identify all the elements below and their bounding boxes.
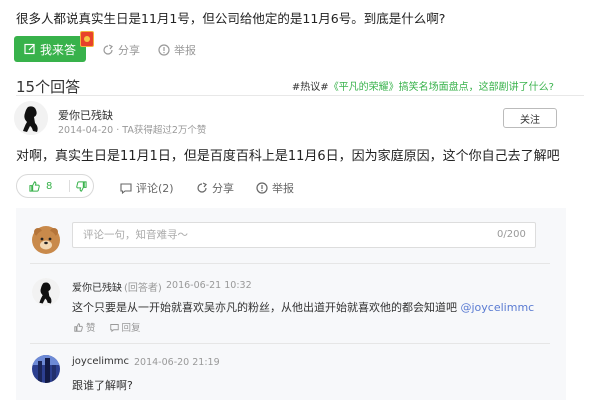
report-icon [256, 182, 268, 194]
like-label: 赞 [86, 323, 96, 334]
like-count: 8 [46, 180, 53, 192]
comment-time: 2016-06-21 10:32 [166, 280, 252, 291]
thumbs-up-icon [29, 180, 40, 192]
question-title: 很多人都说真实生日是11月1号，但公司给他定的是11月6号。到底是什么啊? [16, 11, 446, 26]
commenter-role: (回答者) [124, 283, 162, 294]
silhouette-icon [32, 278, 60, 306]
comment-text: 这个只要是从一开始就喜欢吴亦凡的粉丝，从他出道开始就喜欢他的都会知道吧 @joy… [72, 299, 534, 315]
divider [16, 95, 584, 96]
bear-icon [34, 228, 58, 252]
comment-time: 2014-06-20 21:19 [134, 357, 220, 368]
comment-input[interactable]: 评论一句，知音难寻～ [72, 222, 536, 248]
comment-actions: 赞 回复 [74, 320, 141, 334]
answer-button-label: 我来答 [40, 42, 77, 57]
report-answer-label: 举报 [272, 182, 294, 195]
answer-meta: 2014-04-20 · TA获得超过2万个赞 [58, 125, 207, 136]
share-icon [103, 44, 113, 55]
downvote-button[interactable] [70, 180, 87, 192]
follow-button[interactable]: 关注 [503, 108, 557, 128]
thumbs-up-icon [74, 322, 83, 332]
reply-label: 回复 [121, 323, 141, 334]
share-icon [197, 182, 207, 193]
comment-divider [30, 343, 550, 344]
report-question-button[interactable]: 举报 [158, 42, 196, 58]
commenter-name-text: 爱你已残缺 [72, 283, 122, 294]
comment-divider [30, 263, 550, 264]
commenter-name[interactable]: joycelimmc [72, 356, 129, 367]
silhouette-icon [14, 101, 48, 135]
vote-control: 8 [16, 174, 94, 198]
mention-link[interactable]: @joycelimmc [461, 301, 535, 314]
hot-topic-text: 《平凡的荣耀》搞笑名场面盘点，这部剧讲了什么? [328, 82, 554, 93]
report-answer-button[interactable]: 举报 [256, 180, 294, 196]
answer-button[interactable]: 我来答 [14, 36, 86, 62]
share-answer-label: 分享 [212, 182, 234, 195]
author-name[interactable]: 爱你已残缺 [58, 107, 113, 123]
edit-icon [24, 43, 35, 55]
answer-count: 15个回答 [16, 78, 81, 96]
reply-icon [109, 323, 119, 332]
upvote-button[interactable]: 8 [17, 181, 69, 192]
commenter-avatar[interactable] [32, 278, 60, 306]
comment-button[interactable]: 评论(2) [120, 180, 174, 196]
hot-tag: #热议# [291, 82, 329, 93]
thumbs-down-icon [76, 180, 87, 192]
share-question-button[interactable]: 分享 [102, 42, 140, 58]
red-envelope-icon [80, 31, 94, 47]
share-answer-button[interactable]: 分享 [196, 180, 234, 196]
author-avatar[interactable] [14, 101, 48, 135]
like-comment-button[interactable]: 赞 [74, 320, 96, 334]
answer-text: 对啊，真实生日是11月1日，但是百度百科上是11月6日，因为家庭原因，这个你自己… [16, 149, 560, 164]
report-icon [158, 44, 170, 56]
commenter-name[interactable]: 爱你已残缺 (回答者) [72, 279, 162, 294]
share-label: 分享 [118, 44, 140, 57]
bear-avatar [32, 226, 60, 254]
comment-label: 评论(2) [136, 182, 174, 195]
char-counter: 0/200 [497, 229, 526, 240]
reply-button[interactable]: 回复 [109, 320, 141, 334]
hot-topic-link[interactable]: #热议#《平凡的荣耀》搞笑名场面盘点，这部剧讲了什么? [292, 78, 554, 93]
comment-text: 跟谁了解啊? [72, 379, 133, 392]
city-photo-icon [32, 355, 60, 383]
commenter-avatar[interactable] [32, 355, 60, 383]
comment-body: 这个只要是从一开始就喜欢吴亦凡的粉丝，从他出道开始就喜欢他的都会知道吧 [72, 301, 457, 314]
report-label: 举报 [174, 44, 196, 57]
comment-icon [120, 183, 132, 194]
